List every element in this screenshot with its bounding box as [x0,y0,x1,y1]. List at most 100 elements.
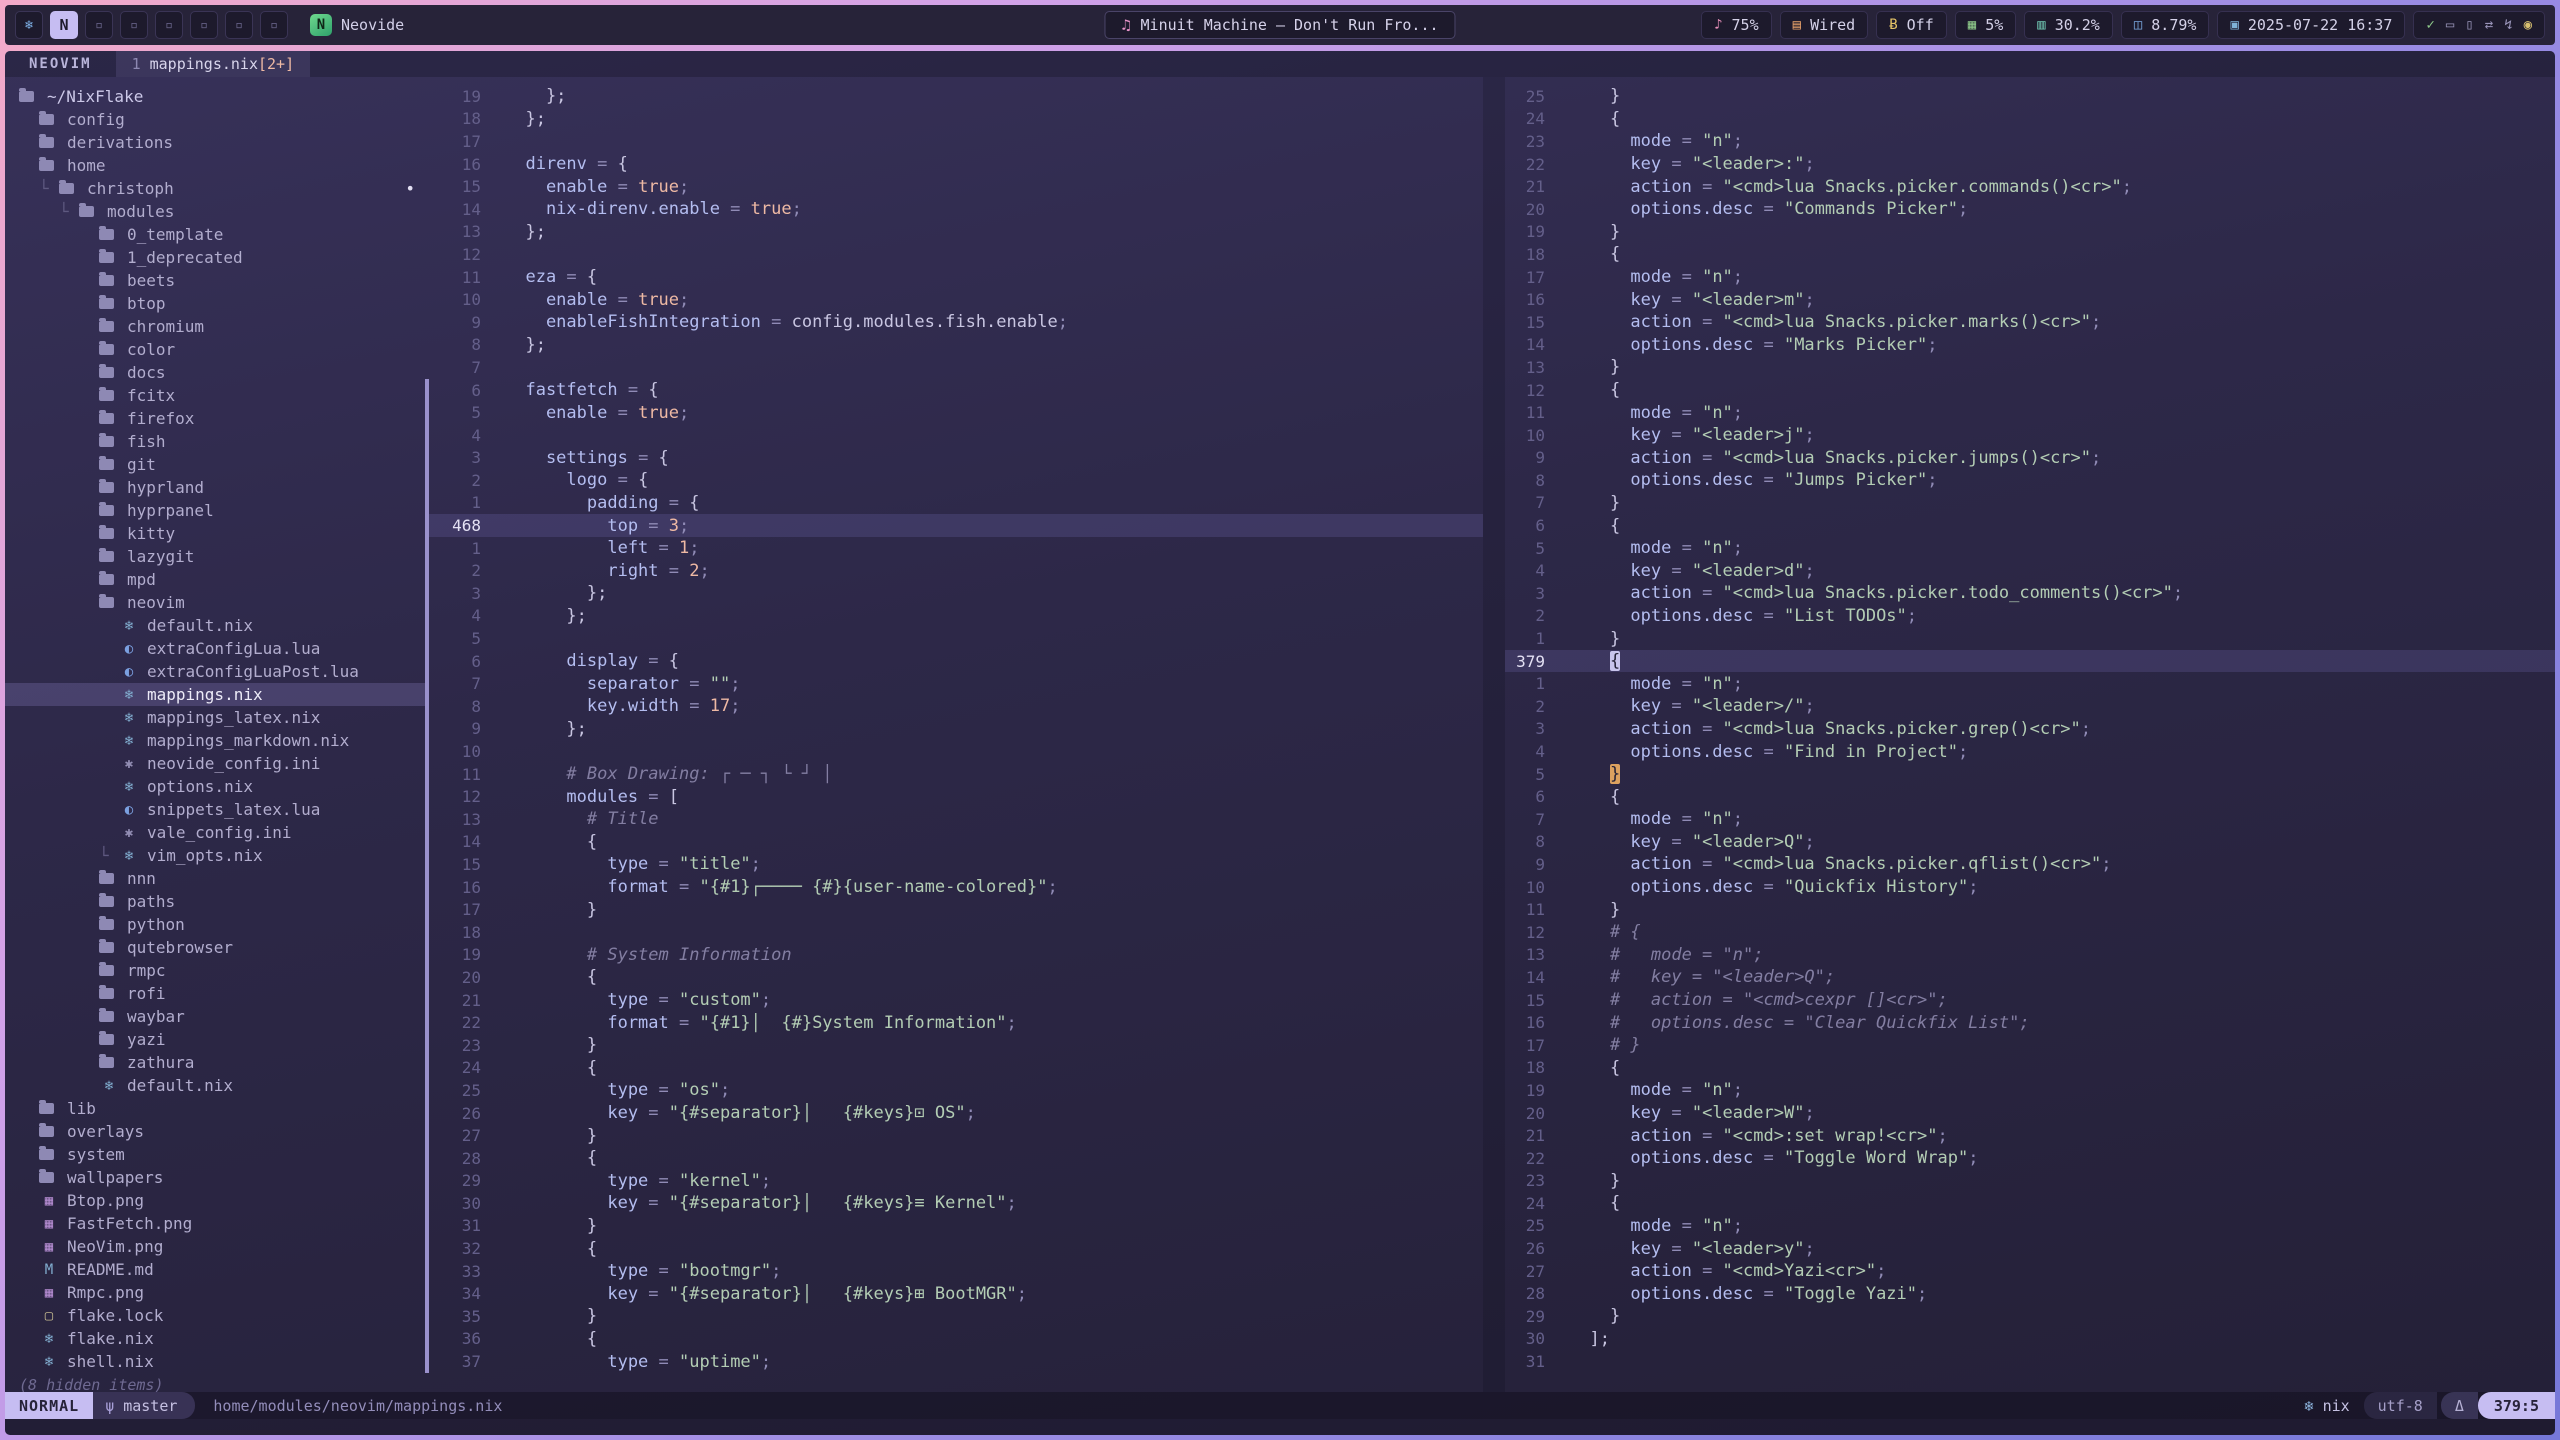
code-line[interactable]: 18 { [1505,243,2555,266]
tree-item[interactable]: └❄vim_opts.nix [5,844,425,867]
code-line[interactable]: 12 # { [1505,921,2555,944]
code-line[interactable]: 29 } [1505,1305,2555,1328]
tree-item[interactable]: hyprpanel [5,499,425,522]
battery-icon[interactable]: ▯ [2465,17,2473,33]
code-line[interactable]: 26 key = "<leader>y"; [1505,1237,2555,1260]
code-line[interactable]: 468 top = 3; [425,514,1483,537]
tree-item[interactable]: kitty [5,522,425,545]
tree-item[interactable]: ✱neovide_config.ini [5,752,425,775]
code-line[interactable]: 25 } [1505,85,2555,108]
code-line[interactable]: 16 # options.desc = "Clear Quickfix List… [1505,1011,2555,1034]
tree-item[interactable]: ❄shell.nix [5,1350,425,1373]
tree-item[interactable]: nnn [5,867,425,890]
code-line[interactable]: 4 [425,424,1483,447]
tree-item[interactable]: fcitx [5,384,425,407]
tree-item[interactable]: neovim [5,591,425,614]
network-module[interactable]: ▤Wired [1780,11,1869,39]
code-line[interactable]: 15 enable = true; [425,175,1483,198]
code-line[interactable]: 15 action = "<cmd>lua Snacks.picker.mark… [1505,311,2555,334]
tree-item[interactable]: hyprland [5,476,425,499]
tree-item[interactable]: paths [5,890,425,913]
code-line[interactable]: 24 { [1505,108,2555,131]
display-icon[interactable]: ▭ [2446,17,2454,33]
code-line[interactable]: 8 key.width = 17; [425,695,1483,718]
check-icon[interactable]: ✓ [2426,17,2434,33]
code-line[interactable]: 32 { [425,1237,1483,1260]
code-line[interactable]: 28 options.desc = "Toggle Yazi"; [1505,1282,2555,1305]
tree-item[interactable]: lazygit [5,545,425,568]
tree-item[interactable]: wallpapers [5,1166,425,1189]
tree-item[interactable]: ❄flake.nix [5,1327,425,1350]
code-line[interactable]: 37 type = "uptime"; [425,1350,1483,1373]
tree-item[interactable]: qutebrowser [5,936,425,959]
tree-item[interactable]: waybar [5,1005,425,1028]
tree-item[interactable]: chromium [5,315,425,338]
code-line[interactable]: 15 # action = "<cmd>cexpr []<cr>"; [1505,989,2555,1012]
cpu-module[interactable]: ▦5% [1955,11,2017,39]
code-line[interactable]: 13 }; [425,221,1483,244]
code-line[interactable]: 16 format = "{#1}┌──── {#}{user-name-col… [425,876,1483,899]
code-line[interactable]: 25 type = "os"; [425,1079,1483,1102]
workspace-button-8[interactable]: ▫ [260,11,288,39]
code-line[interactable]: 6 fastfetch = { [425,379,1483,402]
workspace-button-3[interactable]: ▫ [85,11,113,39]
code-line[interactable]: 10 enable = true; [425,288,1483,311]
code-line[interactable]: 27 } [425,1124,1483,1147]
command-line[interactable] [5,1419,2555,1435]
volume-module[interactable]: ♪75% [1701,11,1772,39]
tree-item[interactable]: fish [5,430,425,453]
tree-item[interactable]: ❄options.nix [5,775,425,798]
code-line[interactable]: 9 action = "<cmd>lua Snacks.picker.jumps… [1505,447,2555,470]
code-line[interactable]: 15 type = "title"; [425,853,1483,876]
tree-item[interactable]: config [5,108,425,131]
code-line[interactable]: 5 } [1505,763,2555,786]
tree-item[interactable]: python [5,913,425,936]
tree-item[interactable]: ◐snippets_latex.lua [5,798,425,821]
memory-module[interactable]: ▥30.2% [2024,11,2113,39]
code-line[interactable]: 6 { [1505,785,2555,808]
code-line[interactable]: 19 }; [425,85,1483,108]
code-line[interactable]: 23 } [1505,1170,2555,1193]
code-line[interactable]: 10 options.desc = "Quickfix History"; [1505,876,2555,899]
code-line[interactable]: 4 key = "<leader>d"; [1505,559,2555,582]
code-line[interactable]: 19 } [1505,221,2555,244]
code-line[interactable]: 2 logo = { [425,469,1483,492]
tree-item[interactable]: color [5,338,425,361]
tree-item[interactable]: ▦NeoVim.png [5,1235,425,1258]
workspace-button-5[interactable]: ▫ [155,11,183,39]
code-line[interactable]: 3 action = "<cmd>lua Snacks.picker.todo_… [1505,582,2555,605]
tree-item[interactable]: home [5,154,425,177]
code-line[interactable]: 22 key = "<leader>:"; [1505,153,2555,176]
code-line[interactable]: 3 action = "<cmd>lua Snacks.picker.grep(… [1505,718,2555,741]
code-line[interactable]: 23 mode = "n"; [1505,130,2555,153]
code-line[interactable]: 11 } [1505,898,2555,921]
code-line[interactable]: 1 } [1505,627,2555,650]
code-line[interactable]: 7 } [1505,492,2555,515]
bluetooth-module[interactable]: ɃOff [1876,11,1947,39]
code-line[interactable]: 24 { [425,1057,1483,1080]
code-line[interactable]: 18 { [1505,1057,2555,1080]
code-line[interactable]: 14 { [425,831,1483,854]
code-line[interactable]: 10 [425,740,1483,763]
code-line[interactable]: 25 mode = "n"; [1505,1215,2555,1238]
tree-item[interactable]: ▦Btop.png [5,1189,425,1212]
tree-item[interactable]: ▦Rmpc.png [5,1281,425,1304]
workspace-button-1[interactable]: ❄ [15,11,43,39]
code-line[interactable]: 12 { [1505,379,2555,402]
code-line[interactable]: 8 options.desc = "Jumps Picker"; [1505,469,2555,492]
tree-item[interactable]: system [5,1143,425,1166]
code-line[interactable]: 36 { [425,1328,1483,1351]
code-line[interactable]: 28 { [425,1147,1483,1170]
network-icon[interactable]: ⇄ [2485,17,2493,33]
tree-item[interactable]: ❄default.nix [5,1074,425,1097]
code-line[interactable]: 26 key = "{#separator}│ {#keys}⊡ OS"; [425,1102,1483,1125]
workspace-button-7[interactable]: ▫ [225,11,253,39]
code-line[interactable]: 11 mode = "n"; [1505,401,2555,424]
tree-item[interactable]: 1_deprecated [5,246,425,269]
code-line[interactable]: 5 mode = "n"; [1505,537,2555,560]
code-line[interactable]: 13 # Title [425,808,1483,831]
code-line[interactable]: 3 }; [425,582,1483,605]
code-line[interactable]: 17 } [425,898,1483,921]
tree-item[interactable]: beets [5,269,425,292]
code-line[interactable]: 20 key = "<leader>W"; [1505,1102,2555,1125]
